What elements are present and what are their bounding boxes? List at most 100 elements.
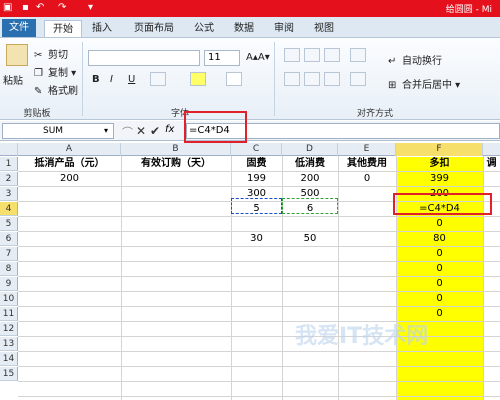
row-header-4[interactable]: 4: [0, 202, 18, 216]
clipboard-group-label: 剪贴板: [23, 109, 51, 119]
column-header-d[interactable]: D: [282, 143, 338, 156]
font-name-combo[interactable]: [88, 50, 200, 66]
row-header-6[interactable]: 6: [0, 232, 18, 246]
grid-line: [18, 396, 500, 397]
cut-button[interactable]: ✂ 剪切: [34, 46, 68, 62]
row-header-2[interactable]: 2: [0, 172, 18, 186]
cell-a2[interactable]: 200: [18, 172, 121, 186]
align-right-icon[interactable]: [324, 72, 340, 86]
ribbon-tabs: 文件 开始 插入 页面布局 公式 数据 审阅 视图: [0, 17, 500, 38]
name-box[interactable]: SUM: [2, 123, 114, 139]
customize-toolbar-icon[interactable]: ▾: [88, 1, 93, 15]
align-bottom-icon[interactable]: [324, 48, 340, 62]
cell-c2[interactable]: 199: [231, 172, 282, 186]
align-middle-icon[interactable]: [304, 48, 320, 62]
tab-file[interactable]: 文件: [2, 19, 36, 37]
cell-c6[interactable]: 30: [231, 232, 282, 246]
reference-d4-marker: [282, 198, 338, 214]
tab-insert[interactable]: 插入: [86, 20, 118, 37]
row-header-15[interactable]: 15: [0, 367, 18, 381]
column-header-c[interactable]: C: [231, 143, 282, 156]
row-header-8[interactable]: 8: [0, 262, 18, 276]
cell-f7[interactable]: 0: [396, 247, 483, 261]
insert-function-button[interactable]: fx: [165, 124, 174, 135]
cell-f6[interactable]: 80: [396, 232, 483, 246]
column-header-b[interactable]: B: [121, 143, 231, 156]
paste-button[interactable]: 粘贴: [3, 72, 23, 87]
align-top-icon[interactable]: [284, 48, 300, 62]
cell-f8[interactable]: 0: [396, 262, 483, 276]
cell-a1[interactable]: 抵消产品（元）: [18, 157, 121, 171]
wrap-text-button[interactable]: ↵ 自动换行: [388, 52, 442, 68]
underline-button[interactable]: U: [128, 74, 135, 85]
row-header-7[interactable]: 7: [0, 247, 18, 261]
grid-line: [338, 156, 339, 400]
font-grow-icon[interactable]: A▴A▾: [246, 52, 270, 63]
row-header-5[interactable]: 5: [0, 217, 18, 231]
formula-callout-box: [184, 111, 247, 143]
cell-g1[interactable]: 调: [483, 157, 500, 171]
tab-review[interactable]: 审阅: [266, 20, 302, 37]
row-header-9[interactable]: 9: [0, 277, 18, 291]
cell-c1[interactable]: 固费: [231, 157, 282, 171]
cell-d1[interactable]: 低消费: [282, 157, 338, 171]
grid-line: [18, 351, 500, 352]
row-header-14[interactable]: 14: [0, 352, 18, 366]
title-bar: ▣ ▪ ↶ ↷ ▾ 给圆圆 - Mi: [0, 0, 500, 17]
border-icon[interactable]: [150, 72, 166, 86]
font-color-icon[interactable]: [226, 72, 242, 86]
grid-line: [18, 366, 500, 367]
row-header-1[interactable]: 1: [0, 157, 18, 171]
active-cell-callout-box: [393, 193, 492, 215]
cell-d2[interactable]: 200: [282, 172, 338, 186]
row-header-10[interactable]: 10: [0, 292, 18, 306]
align-left-icon[interactable]: [284, 72, 300, 86]
cell-f5[interactable]: 0: [396, 217, 483, 231]
fill-color-icon[interactable]: [190, 72, 206, 86]
align-center-icon[interactable]: [304, 72, 320, 86]
indent-icon[interactable]: [350, 72, 366, 86]
enter-icon[interactable]: ✔: [150, 124, 160, 138]
row-header-3[interactable]: 3: [0, 187, 18, 201]
italic-button[interactable]: I: [110, 74, 113, 85]
tab-formulas[interactable]: 公式: [186, 20, 222, 37]
tab-data[interactable]: 数据: [226, 20, 262, 37]
column-header-a[interactable]: A: [18, 143, 121, 156]
column-header-e[interactable]: E: [338, 143, 396, 156]
cell-f9[interactable]: 0: [396, 277, 483, 291]
cell-e2[interactable]: 0: [338, 172, 396, 186]
font-size-combo[interactable]: 11: [204, 50, 240, 66]
paste-icon[interactable]: [6, 44, 28, 66]
reference-c4-marker: [231, 198, 282, 214]
row-header-12[interactable]: 12: [0, 322, 18, 336]
row-header-11[interactable]: 11: [0, 307, 18, 321]
cell-e1[interactable]: 其他费用: [338, 157, 396, 171]
tab-page-layout[interactable]: 页面布局: [124, 20, 184, 37]
row-header-13[interactable]: 13: [0, 337, 18, 351]
cell-f10[interactable]: 0: [396, 292, 483, 306]
merge-center-button[interactable]: ⊞ 合并后居中 ▾: [388, 76, 460, 92]
cell-b1[interactable]: 有效订购（天）: [121, 157, 231, 171]
copy-button[interactable]: ❐ 复制 ▾: [34, 64, 76, 80]
name-box-dropdown-icon[interactable]: ▾: [104, 126, 108, 135]
scissors-icon: ✂: [34, 49, 43, 61]
orientation-icon[interactable]: [350, 48, 366, 62]
format-painter-button[interactable]: ✎ 格式刷: [34, 82, 78, 98]
excel-logo-icon[interactable]: ▣: [3, 1, 12, 15]
window-title: 给圆圆 - Mi: [445, 5, 492, 15]
cell-f2[interactable]: 399: [396, 172, 483, 186]
group-divider: [274, 42, 275, 116]
bold-button[interactable]: B: [92, 74, 100, 85]
cancel-icon[interactable]: ✕: [136, 124, 146, 138]
column-header-f[interactable]: F: [396, 143, 483, 156]
copy-icon: ❐: [34, 67, 43, 79]
tab-view[interactable]: 视图: [306, 20, 342, 37]
tab-home[interactable]: 开始: [44, 20, 82, 37]
brush-icon: ✎: [34, 85, 43, 97]
redo-icon[interactable]: ↷: [58, 1, 66, 15]
cell-f1[interactable]: 多扣: [396, 157, 483, 171]
save-icon[interactable]: ▪: [22, 1, 29, 15]
select-all-button[interactable]: [0, 143, 18, 156]
cell-d6[interactable]: 50: [282, 232, 338, 246]
undo-icon[interactable]: ↶: [36, 1, 44, 15]
